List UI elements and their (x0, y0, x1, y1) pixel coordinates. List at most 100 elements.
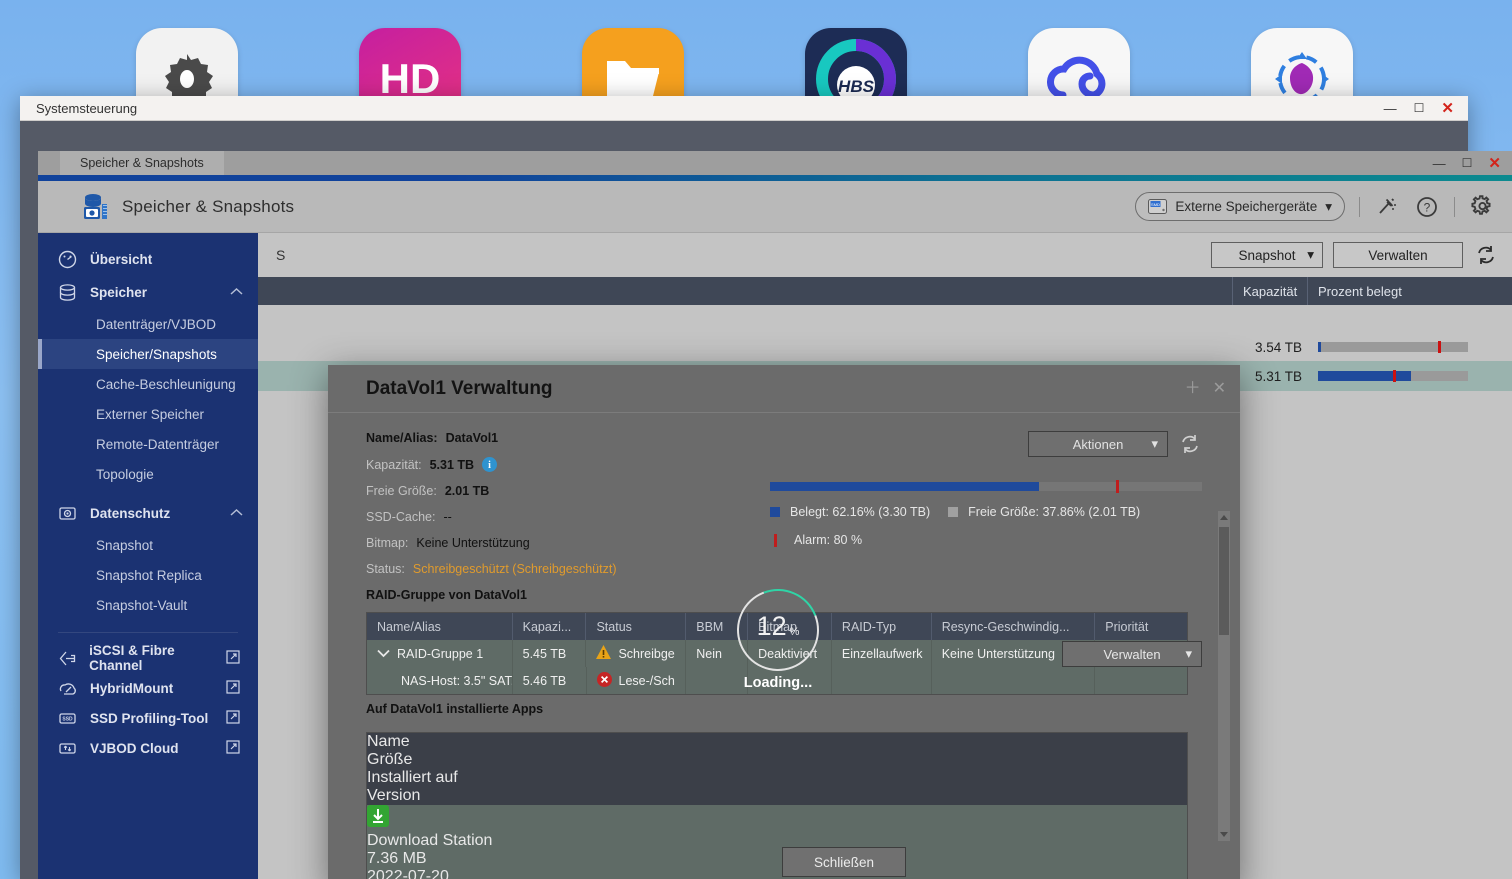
add-button[interactable]: ＋ (1185, 380, 1201, 397)
info-label: Status: (366, 562, 405, 576)
maximize-button[interactable]: ☐ (1462, 157, 1473, 169)
dialog-scrollbar[interactable] (1218, 511, 1230, 841)
scroll-up-arrow[interactable] (1220, 515, 1228, 520)
dialog-footer: Schließen (328, 836, 1240, 879)
sidebar-item-label: Datenschutz (90, 506, 171, 521)
sidebar-item-datentraeger-vjbod[interactable]: Datenträger/VJBOD (38, 309, 258, 339)
raid-table-header: Name/Alias Kapazi... Status BBM Bitmap R… (367, 613, 1187, 640)
legend-label-used: Belegt: 62.16% (3.30 TB) (790, 505, 931, 519)
sidebar-item-datenschutz[interactable]: Datenschutz (38, 497, 258, 530)
gear-icon[interactable] (1469, 194, 1495, 220)
sidebar-item-label: Übersicht (90, 252, 153, 267)
sidebar: Übersicht Speicher Datenträger/VJBOD Spe… (38, 233, 258, 879)
sidebar-item-hybridmount[interactable]: HybridMount (38, 673, 258, 703)
info-value: 2.01 TB (444, 484, 490, 498)
table-spacer-row (258, 305, 1512, 333)
storage-app-header: Speicher & Snapshots SMD Externe Speiche… (38, 181, 1512, 233)
info-label: Bitmap: (366, 536, 409, 550)
sidebar-item-iscsi-fibre-channel[interactable]: iSCSI & Fibre Channel (38, 643, 258, 673)
raid-verwalten-button[interactable]: Verwalten ▾ (1062, 641, 1202, 667)
close-icon[interactable]: ✕ (1213, 380, 1226, 397)
cell-raid-typ: Einzellaufwerk (832, 640, 932, 667)
sidebar-item-remote-datentraeger[interactable]: Remote-Datenträger (38, 429, 258, 459)
minimize-button[interactable]: — (1433, 157, 1446, 170)
expander-icon[interactable] (377, 647, 390, 661)
help-icon[interactable]: ? (1414, 194, 1440, 220)
sidebar-item-externer-speicher[interactable]: Externer Speicher (38, 399, 258, 429)
storage-snapshots-window: Speicher & Snapshots — ☐ ✕ Speicher & Sn… (38, 151, 1512, 879)
usage-bar-fill (1318, 371, 1411, 381)
external-link-icon (226, 709, 240, 727)
sidebar-item-snapshot-vault[interactable]: Snapshot-Vault (38, 590, 258, 620)
capacity-legend: Belegt: 62.16% (3.30 TB) Freie Größe: 37… (770, 505, 1202, 519)
info-row-ssd-cache: SSD-Cache: -- (366, 510, 786, 524)
sidebar-item-label: Snapshot Replica (96, 567, 202, 583)
close-button[interactable]: ✕ (1441, 101, 1454, 116)
capacity-bar (770, 480, 1202, 493)
table-row[interactable]: NAS-Host: 3.5" SAT... 5.46 TB Lese-/Sch (367, 667, 1187, 694)
control-panel-title: Systemsteuerung (36, 100, 138, 116)
warning-icon (596, 645, 612, 662)
sidebar-item-speicher-snapshots[interactable]: Speicher/Snapshots (38, 339, 258, 369)
info-value: -- (443, 510, 452, 524)
table-row[interactable]: 3.54 TB (258, 333, 1512, 361)
cell-raid-typ (832, 667, 932, 694)
cell-status: Schreibge (618, 646, 675, 661)
sidebar-item-label: VJBOD Cloud (90, 740, 179, 756)
sidebar-divider (58, 632, 238, 633)
wizard-icon[interactable] (1374, 194, 1400, 220)
control-panel-body: Speicher & Snapshots — ☐ ✕ Speicher & Sn… (20, 121, 1512, 879)
snapshot-button[interactable]: Snapshot ▾ (1211, 242, 1323, 268)
refresh-icon[interactable] (1178, 432, 1202, 456)
raid-verwalten-label: Verwalten (1103, 646, 1161, 662)
aktionen-label: Aktionen (1072, 436, 1124, 452)
sidebar-item-uebersicht[interactable]: Übersicht (38, 243, 258, 276)
refresh-icon[interactable] (1473, 242, 1499, 268)
external-storage-label: Externe Speichergeräte (1175, 199, 1318, 214)
sidebar-item-speicher[interactable]: Speicher (38, 276, 258, 309)
installed-apps-label: Auf DataVol1 installierte Apps (366, 702, 544, 716)
sidebar-item-label: Externer Speicher (96, 406, 205, 422)
sidebar-item-label: Topologie (96, 466, 154, 482)
external-link-icon (226, 679, 240, 697)
scrollbar-thumb[interactable] (1219, 527, 1229, 635)
sidebar-item-topologie[interactable]: Topologie (38, 459, 258, 489)
usage-bar (1318, 341, 1468, 353)
aktionen-button[interactable]: Aktionen ▾ (1028, 431, 1168, 457)
vjbod-icon (58, 739, 80, 758)
sidebar-item-ssd-profiling-tool[interactable]: SSD SSD Profiling-Tool (38, 703, 258, 733)
sidebar-item-cache-beschleunigung[interactable]: Cache-Beschleunigung (38, 369, 258, 399)
legend-swatch-used (770, 507, 780, 517)
sidebar-item-snapshot-replica[interactable]: Snapshot Replica (38, 560, 258, 590)
close-button[interactable]: ✕ (1488, 156, 1501, 171)
svg-text:i: i (488, 460, 491, 471)
cell-kapazitaet: 5.45 TB (513, 640, 587, 667)
external-storage-button[interactable]: SMD Externe Speichergeräte ▾ (1135, 192, 1345, 221)
col-installiert-auf: Installiert auf (367, 769, 458, 786)
hybridmount-icon (58, 679, 80, 698)
info-label: Freie Größe: (366, 484, 437, 498)
schliessen-button[interactable]: Schließen (782, 847, 906, 877)
storage-window-controls: — ☐ ✕ (1433, 156, 1512, 171)
sidebar-item-label: Cache-Beschleunigung (96, 376, 236, 392)
verwalten-button[interactable]: Verwalten (1333, 242, 1463, 268)
page-title: Speicher & Snapshots (122, 196, 295, 216)
sidebar-item-vjbod-cloud[interactable]: VJBOD Cloud (38, 733, 258, 763)
external-link-icon (226, 649, 240, 667)
col-prioritaet: Priorität (1105, 619, 1149, 634)
sidebar-item-snapshot[interactable]: Snapshot (38, 530, 258, 560)
info-label: SSD-Cache: (366, 510, 436, 524)
col-spacer (258, 277, 1233, 305)
svg-text:SSD: SSD (62, 716, 73, 722)
col-bbm: BBM (686, 613, 749, 640)
col-kapazitaet: Kapazi... (513, 613, 587, 640)
cell-resync (932, 667, 1096, 694)
info-icon[interactable]: i (482, 457, 498, 472)
minimize-button[interactable]: — (1384, 102, 1397, 115)
maximize-button[interactable]: ☐ (1414, 102, 1425, 114)
download-station-icon (367, 805, 389, 831)
capacity-legend-alarm: Alarm: 80 % (770, 533, 1202, 547)
usage-bar-fill (1318, 342, 1321, 352)
sidebar-item-label: Remote-Datenträger (96, 436, 220, 452)
window-tab-storage[interactable]: Speicher & Snapshots (60, 151, 224, 175)
